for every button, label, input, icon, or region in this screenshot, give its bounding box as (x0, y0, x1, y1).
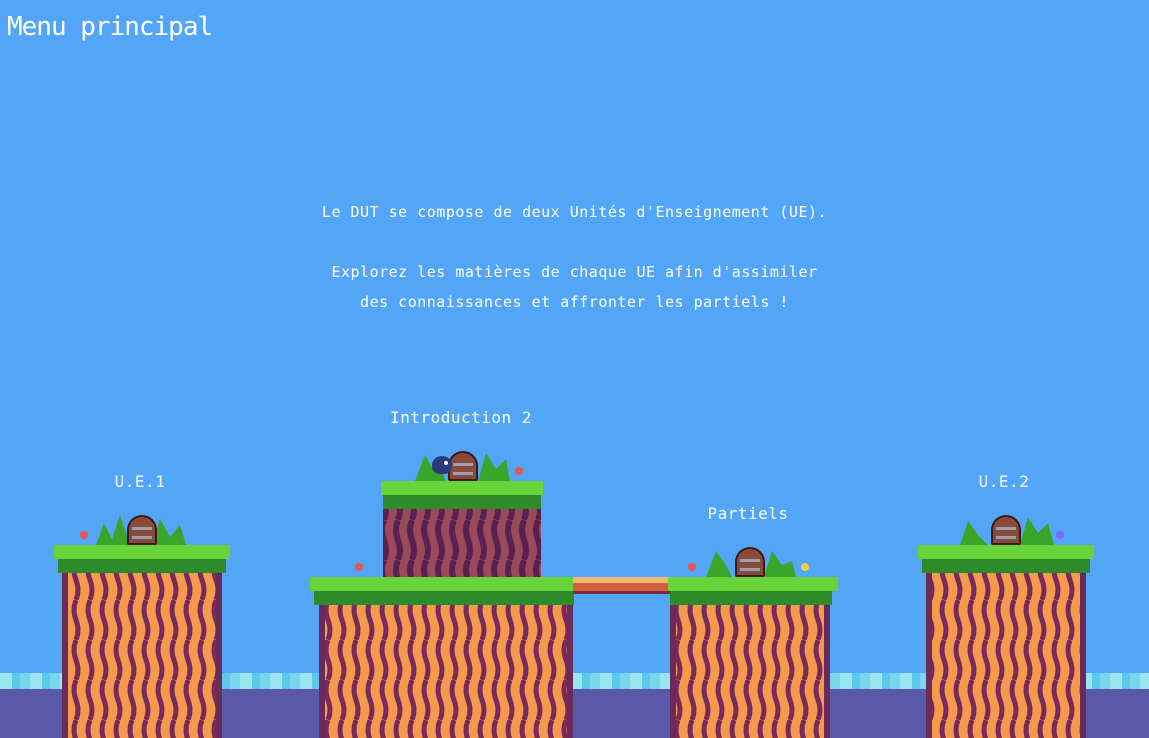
level-scene (54, 453, 1094, 738)
door-intro2[interactable] (448, 451, 478, 481)
pillar-partiels (668, 577, 838, 738)
door-ue1[interactable] (127, 515, 157, 545)
pillar-ue1 (54, 545, 230, 738)
pillar-ue2 (918, 545, 1094, 738)
bridge (573, 577, 670, 594)
bushes (96, 453, 1054, 577)
door-partiels[interactable] (735, 547, 765, 577)
door-ue2[interactable] (991, 515, 1021, 545)
player-character (432, 456, 452, 474)
pillar-intro-upper (381, 481, 543, 580)
pillar-intro-lower (310, 577, 578, 738)
